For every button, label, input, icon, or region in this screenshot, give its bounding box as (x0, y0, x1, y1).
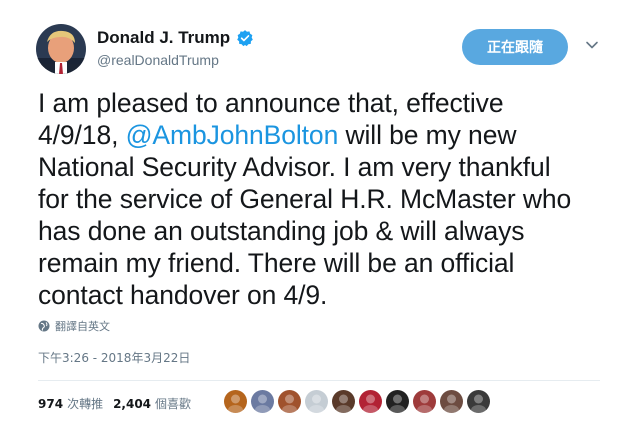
liker-avatar-7[interactable] (386, 390, 409, 413)
tweet-timestamp[interactable]: 下午3:26 - 2018年3月22日 (38, 349, 190, 366)
liker-avatar-1[interactable] (224, 390, 247, 413)
tweet-line-2-post: will be my new (338, 120, 517, 150)
globe-icon (38, 320, 50, 332)
translate-link[interactable]: 翻譯自英文 (38, 318, 110, 334)
tweet-text: I am pleased to announce that, effective… (38, 87, 618, 311)
tweet-line-5: has done an outstanding job & will alway… (38, 216, 525, 246)
tweet-line-2: 4/9/18, @AmbJohnBolton will be my new (38, 119, 618, 151)
tweet-stats: 974 次轉推 2,404 個喜歡 (38, 395, 201, 412)
mention-link[interactable]: @AmbJohnBolton (126, 120, 339, 150)
liker-avatar-10[interactable] (467, 390, 490, 413)
liker-avatar-6[interactable] (359, 390, 382, 413)
verified-badge-icon (236, 29, 254, 47)
avatar-image (36, 24, 86, 74)
tweet-line-3: National Security Advisor. I am very tha… (38, 152, 551, 182)
tweet-line-6: remain my friend. There will be an offic… (38, 248, 515, 278)
name-row: Donald J. Trump (97, 28, 254, 48)
liker-avatars (224, 390, 494, 413)
likes-count[interactable]: 2,404 (113, 397, 151, 411)
liker-avatar-2[interactable] (251, 390, 274, 413)
tweet-line-7: contact handover on 4/9. (38, 280, 328, 310)
profile-avatar[interactable] (36, 24, 86, 74)
tweet-line-1: I am pleased to announce that, effective (38, 88, 504, 118)
retweets-count[interactable]: 974 (38, 397, 63, 411)
chevron-down-icon[interactable] (585, 38, 599, 52)
tweet-line-2-pre: 4/9/18, (38, 120, 126, 150)
tweet-line-4: for the service of General H.R. McMaster… (38, 184, 572, 214)
liker-avatar-5[interactable] (332, 390, 355, 413)
stats-divider (38, 380, 600, 381)
liker-avatar-9[interactable] (440, 390, 463, 413)
tweet-card: Donald J. Trump @realDonaldTrump 正在跟隨 I … (0, 0, 640, 425)
display-name[interactable]: Donald J. Trump (97, 28, 230, 48)
following-button[interactable]: 正在跟隨 (462, 29, 568, 65)
liker-avatar-8[interactable] (413, 390, 436, 413)
likes-label[interactable]: 個喜歡 (155, 395, 191, 412)
user-handle[interactable]: @realDonaldTrump (97, 52, 219, 68)
retweets-label[interactable]: 次轉推 (67, 395, 103, 412)
liker-avatar-3[interactable] (278, 390, 301, 413)
translate-label: 翻譯自英文 (55, 320, 110, 333)
liker-avatar-4[interactable] (305, 390, 328, 413)
